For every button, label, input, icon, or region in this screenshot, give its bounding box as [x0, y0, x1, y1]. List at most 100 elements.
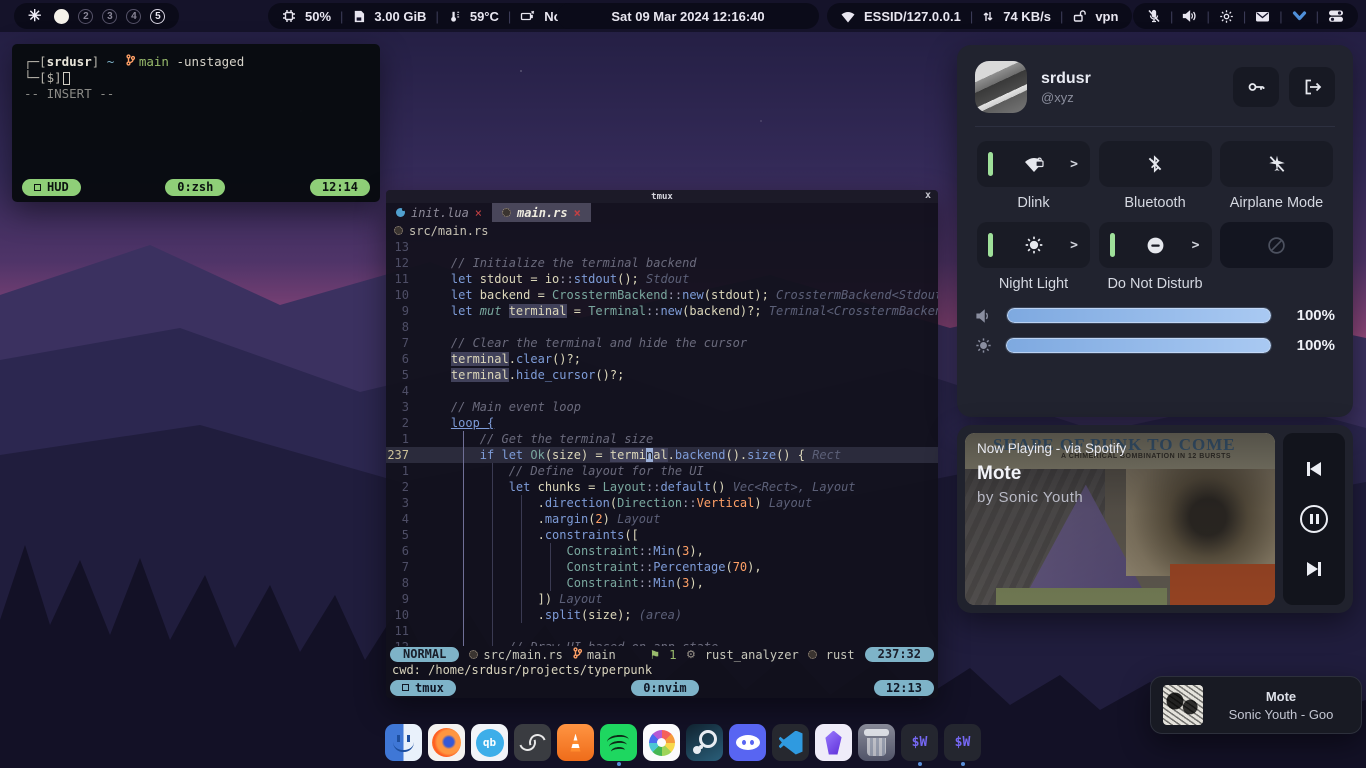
sw-app-1-icon[interactable]: $W	[901, 724, 938, 765]
next-track-button[interactable]	[1307, 562, 1321, 576]
toggle-bluetooth[interactable]	[1099, 141, 1212, 187]
close-icon[interactable]: x	[925, 190, 931, 201]
code-line[interactable]: 7 Constraint::Percentage(70),	[386, 559, 938, 575]
code-line[interactable]: 3 // Main event loop	[386, 399, 938, 415]
workspace-4[interactable]: 4	[126, 9, 141, 24]
workspace-2[interactable]: 2	[78, 9, 93, 24]
sw-app-2-icon[interactable]: $W	[944, 724, 981, 765]
code-line[interactable]: 9 ]) Layout	[386, 591, 938, 607]
tmux-clock-pill: 12:13	[874, 680, 934, 696]
code-line[interactable]: 3 .direction(Direction::Vertical) Layout	[386, 495, 938, 511]
code-line[interactable]: 13	[386, 239, 938, 255]
code-line[interactable]: 5 terminal.hide_cursor()?;	[386, 367, 938, 383]
tab-main-rs[interactable]: main.rs ×	[492, 203, 591, 222]
flag-icon: ⚑	[650, 648, 661, 662]
chevron-right-icon[interactable]: >	[1192, 238, 1200, 253]
toggle-do-not-disturb[interactable]: >	[1099, 222, 1212, 268]
toggles-icon[interactable]	[1328, 9, 1344, 23]
steam-icon[interactable]	[686, 724, 723, 765]
album-art[interactable]: SHAPE OF PUNK TO COME A CHIMERICAL BOMBI…	[965, 433, 1275, 605]
code-line[interactable]: 2 loop {	[386, 415, 938, 431]
toggle-dlink[interactable]: >	[977, 141, 1090, 187]
obsidian-icon[interactable]	[815, 724, 852, 765]
code-line[interactable]: 7 // Clear the terminal and hide the cur…	[386, 335, 938, 351]
trash-icon[interactable]	[858, 724, 895, 765]
code-line[interactable]: 4 .margin(2) Layout	[386, 511, 938, 527]
volume-icon	[975, 308, 993, 324]
tab-init-lua[interactable]: init.lua ×	[386, 203, 492, 222]
toggle-night-light[interactable]: >	[977, 222, 1090, 268]
wifi-icon	[841, 10, 855, 23]
workspace-group: ✳ 2345	[14, 3, 179, 29]
discord-icon[interactable]	[729, 724, 766, 765]
code-line[interactable]: 8 Constraint::Min(3),	[386, 575, 938, 591]
tab-close-icon[interactable]: ×	[574, 206, 581, 220]
vscode-icon[interactable]	[772, 724, 809, 765]
statusline: NORMAL src/main.rs main ⚑1 ⚙rust_analyze…	[386, 646, 938, 663]
code-line[interactable]: 1 // Get the terminal size	[386, 431, 938, 447]
clock: Sat 09 Mar 2024 12:16:40	[611, 9, 764, 24]
network-essid: ESSID/127.0.0.1	[864, 9, 961, 24]
chevron-right-icon[interactable]: >	[1070, 157, 1078, 172]
code-line[interactable]: 6 terminal.clear()?;	[386, 351, 938, 367]
code-line[interactable]: 5 .constraints([	[386, 527, 938, 543]
mail-icon[interactable]	[1255, 10, 1270, 23]
code-line[interactable]: 12 // Initialize the terminal backend	[386, 255, 938, 271]
qbittorrent-icon[interactable]: qb	[471, 724, 508, 765]
pause-button[interactable]	[1300, 505, 1328, 533]
code-line[interactable]: 12 // Draw UI based on app state	[386, 639, 938, 646]
toggle-blocked[interactable]	[1220, 222, 1333, 268]
system-stats-group: 50% | 3.00 GiB | 59°C | No Bat	[268, 3, 600, 29]
previous-track-button[interactable]	[1307, 462, 1321, 476]
tmux-window[interactable]: tmux x init.lua × main.rs × src/main.rs …	[386, 190, 938, 698]
bluetooth-off-icon	[1146, 155, 1164, 173]
brightness-slider[interactable]	[1005, 337, 1272, 354]
code-line[interactable]: 4	[386, 383, 938, 399]
workspace-1[interactable]	[54, 9, 69, 24]
code-line[interactable]: 8	[386, 319, 938, 335]
spotify-icon[interactable]	[600, 724, 637, 765]
code-lines[interactable]: 1312 // Initialize the terminal backend1…	[386, 239, 938, 646]
user-handle: @xyz	[1041, 90, 1091, 105]
volume-slider[interactable]	[1006, 307, 1272, 324]
media-player: SHAPE OF PUNK TO COME A CHIMERICAL BOMBI…	[957, 425, 1353, 613]
tmux-session-pill[interactable]: tmux	[390, 680, 456, 696]
launcher-icon[interactable]: ✳	[28, 6, 41, 26]
hud-pill[interactable]: HUD	[22, 179, 81, 196]
workspace-3[interactable]: 3	[102, 9, 117, 24]
brightness-icon	[975, 337, 992, 354]
chevron-down-icon[interactable]	[1292, 10, 1307, 22]
settings-gear-icon[interactable]	[1219, 9, 1234, 24]
command-line: cwd: /home/srdusr/projects/typerpunk	[386, 663, 938, 679]
file-manager-icon[interactable]	[385, 724, 422, 765]
code-line[interactable]: 9 let mut terminal = Terminal::new(backe…	[386, 303, 938, 319]
winbar-path: src/main.rs	[409, 224, 488, 238]
chevron-right-icon[interactable]: >	[1070, 238, 1078, 253]
logout-button[interactable]	[1289, 67, 1335, 107]
rust-icon	[808, 650, 817, 659]
keys-button[interactable]	[1233, 67, 1279, 107]
clock-group[interactable]: Sat 09 Mar 2024 12:16:40	[557, 3, 819, 29]
tab-close-icon[interactable]: ×	[475, 206, 482, 220]
code-line[interactable]: 11	[386, 623, 938, 639]
code-line[interactable]: 237 if let Ok(size) = terminal.backend()…	[386, 447, 938, 463]
photos-icon[interactable]	[643, 724, 680, 765]
firefox-icon[interactable]	[428, 724, 465, 765]
code-line[interactable]: 6 Constraint::Min(3),	[386, 543, 938, 559]
volume-icon[interactable]	[1182, 9, 1197, 23]
zsh-window-pill[interactable]: 0:zsh	[165, 179, 225, 196]
code-line[interactable]: 1 // Define layout for the UI	[386, 463, 938, 479]
swirl-app-icon[interactable]	[514, 724, 551, 765]
workspace-5[interactable]: 5	[150, 9, 165, 24]
nvim-window-pill[interactable]: 0:nvim	[631, 680, 698, 696]
code-line[interactable]: 2 let chunks = Layout::default() Vec<Rec…	[386, 479, 938, 495]
tmux-statusbar: tmux 0:nvim 12:13	[386, 679, 938, 698]
mic-muted-icon[interactable]	[1147, 9, 1161, 23]
code-line[interactable]: 10 .split(size); (area)	[386, 607, 938, 623]
terminal-window[interactable]: ┌─[srdusr] ~ main -unstaged └─[$] -- INS…	[12, 44, 380, 202]
indent-guide	[550, 543, 551, 591]
vlc-icon[interactable]	[557, 724, 594, 765]
code-line[interactable]: 11 let stdout = io::stdout(); Stdout	[386, 271, 938, 287]
toggle-airplane-mode[interactable]	[1220, 141, 1333, 187]
code-line[interactable]: 10 let backend = CrosstermBackend::new(s…	[386, 287, 938, 303]
